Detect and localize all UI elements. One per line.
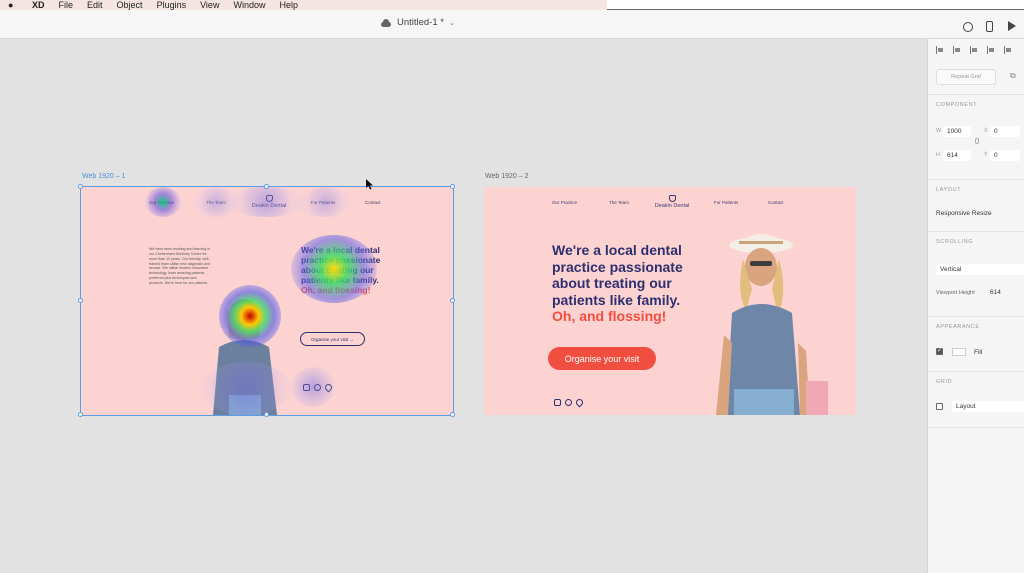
nav-our-practice: Our Practice xyxy=(552,200,578,205)
headline-line: We're a local dental xyxy=(552,242,682,258)
artboard-label-1[interactable]: Web 1920 – 1 xyxy=(82,173,125,180)
menu-object[interactable]: Object xyxy=(117,0,143,10)
headline-line: patients like family. xyxy=(552,291,681,308)
cursor-arrow-icon xyxy=(366,179,373,190)
align-right-icon[interactable] xyxy=(970,46,979,54)
nav-contact: Contact xyxy=(768,200,784,205)
x-label: X xyxy=(984,128,988,134)
menu-plugins[interactable]: Plugins xyxy=(157,0,187,10)
woman-photo xyxy=(716,234,828,415)
resize-handle[interactable] xyxy=(450,298,455,303)
artboard-2-headline: We're a local dental practice passionate… xyxy=(552,242,722,325)
height-label: H xyxy=(936,152,940,158)
resize-handle[interactable] xyxy=(78,184,83,189)
menu-edit[interactable]: Edit xyxy=(87,0,103,10)
nav-for-patients: For Patients xyxy=(714,200,739,205)
share-user-icon[interactable] xyxy=(963,22,973,32)
resize-handle[interactable] xyxy=(450,184,455,189)
appearance-section: APPEARANCE Fill xyxy=(928,316,1024,372)
headline-accent: Oh, and flossing! xyxy=(552,308,667,325)
design-canvas[interactable]: Web 1920 – 1 Our Practice The Team For P… xyxy=(0,39,927,573)
artboard-2-social xyxy=(554,397,585,408)
instagram-icon xyxy=(554,399,561,406)
artboard-2[interactable]: Our Practice The Team For Patients Conta… xyxy=(484,187,856,415)
scrolling-heading: SCROLLING xyxy=(936,239,974,245)
responsive-resize-toggle[interactable]: Responsive Resize xyxy=(936,210,992,217)
y-label: Y xyxy=(984,152,988,158)
component-heading: COMPONENT xyxy=(936,102,978,108)
fill-label: Fill xyxy=(974,349,983,356)
grid-type-dropdown[interactable]: Layout xyxy=(952,401,1024,412)
organise-visit-button: Organise your visit xyxy=(548,347,656,370)
menubar: ● XD File Edit Object Plugins View Windo… xyxy=(0,0,1024,10)
facebook-icon xyxy=(565,399,572,406)
resize-handle[interactable] xyxy=(78,298,83,303)
apple-icon[interactable]: ● xyxy=(8,0,18,10)
align-left-icon[interactable] xyxy=(936,46,945,54)
copy-icon[interactable]: ⧉ xyxy=(1010,71,1016,81)
tooth-logo-icon xyxy=(668,195,676,202)
align-top-icon[interactable] xyxy=(1004,46,1013,54)
width-input[interactable]: 1000 xyxy=(943,126,971,137)
y-input[interactable]: 0 xyxy=(990,150,1020,161)
layout-heading: LAYOUT xyxy=(936,187,962,193)
nav-the-team: The Team xyxy=(609,200,629,205)
artboard-label-2[interactable]: Web 1920 – 2 xyxy=(485,173,528,180)
viewport-height-input[interactable]: 614 xyxy=(990,289,1001,296)
play-icon[interactable] xyxy=(1008,21,1016,31)
align-toolbar xyxy=(936,46,1013,54)
headline-line: about treating our xyxy=(552,275,672,292)
logo-text: Deakin Dental xyxy=(654,203,690,209)
repeat-grid-button[interactable]: Repeat Grid xyxy=(936,69,996,85)
resize-handle[interactable] xyxy=(78,412,83,417)
menu-app[interactable]: XD xyxy=(32,0,45,10)
fill-color-swatch[interactable] xyxy=(952,348,966,356)
chevron-down-icon[interactable]: ⌄ xyxy=(449,19,455,27)
property-inspector: Repeat Grid ⧉ COMPONENT W 1000 X 0 H 614… xyxy=(927,39,1024,573)
resize-handle[interactable] xyxy=(450,412,455,417)
layout-section: LAYOUT Responsive Resize xyxy=(928,179,1024,232)
scroll-dropdown[interactable]: Vertical xyxy=(936,264,1024,275)
document-title[interactable]: Untitled-1 * ⌄ xyxy=(380,17,455,28)
appearance-heading: APPEARANCE xyxy=(936,324,980,330)
fill-checkbox[interactable] xyxy=(936,347,943,355)
menu-file[interactable]: File xyxy=(59,0,74,10)
lock-aspect-icon[interactable] xyxy=(975,138,979,144)
xd-titlebar: Untitled-1 * ⌄ xyxy=(0,10,1024,39)
component-section: COMPONENT W 1000 X 0 H 614 Y 0 xyxy=(928,94,1024,180)
headline-line: practice passionate xyxy=(552,258,683,275)
width-label: W xyxy=(936,128,942,134)
selection-frame[interactable] xyxy=(78,184,455,417)
grid-checkbox[interactable] xyxy=(936,403,943,410)
resize-handle[interactable] xyxy=(264,412,269,417)
x-input[interactable]: 0 xyxy=(990,126,1020,137)
cloud-icon xyxy=(380,18,392,27)
menu-window[interactable]: Window xyxy=(233,0,265,10)
resize-handle[interactable] xyxy=(264,184,269,189)
document-title-text: Untitled-1 * xyxy=(397,17,444,28)
scrolling-section: SCROLLING Vertical Viewport Height 614 xyxy=(928,231,1024,317)
menu-help[interactable]: Help xyxy=(279,0,298,10)
location-pin-icon xyxy=(574,397,585,408)
distribute-icon[interactable] xyxy=(987,46,996,54)
viewport-height-label: Viewport Height xyxy=(936,290,975,296)
align-center-icon[interactable] xyxy=(953,46,962,54)
height-input[interactable]: 614 xyxy=(943,150,971,161)
artboard-2-logo: Deakin Dental xyxy=(642,195,702,209)
grid-heading: GRID xyxy=(936,379,953,385)
device-preview-icon[interactable] xyxy=(986,21,993,32)
menu-view[interactable]: View xyxy=(200,0,219,10)
grid-section: GRID Layout xyxy=(928,371,1024,428)
